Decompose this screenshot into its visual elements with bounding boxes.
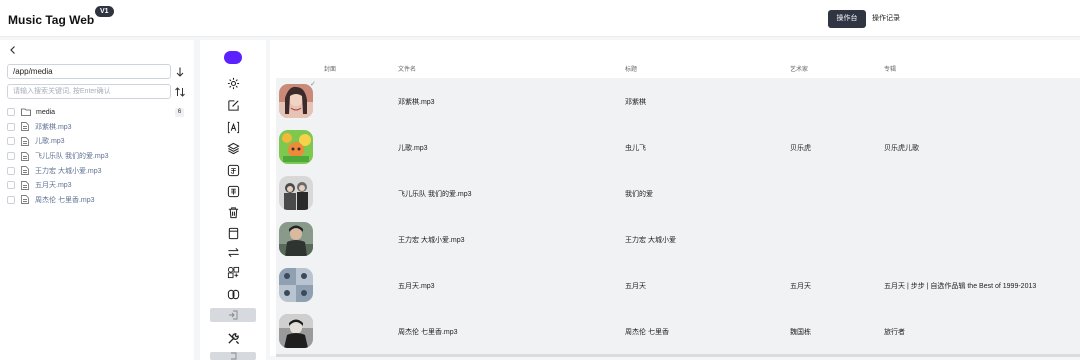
link-icon[interactable] [224, 285, 242, 303]
cell-filename: 儿歌.mp3 [398, 145, 428, 152]
text-format-icon[interactable] [224, 118, 242, 136]
file-row[interactable]: 五月天.mp3 [7, 178, 187, 193]
album-cover-image [279, 84, 313, 118]
album-cover-image [279, 176, 313, 210]
file-row[interactable]: 儿歌.mp3 [7, 134, 187, 149]
group-icon[interactable] [224, 263, 242, 281]
check-icon: ✓ [310, 81, 316, 88]
table-row[interactable]: 周杰伦 七里香.mp3 周杰伦 七里香 魏国栋 旅行者 [276, 308, 1080, 354]
file-checkbox[interactable] [7, 137, 15, 146]
folder-label: media [36, 108, 56, 116]
file-checkbox[interactable] [7, 166, 15, 175]
file-icon [21, 151, 29, 161]
file-checkbox[interactable] [7, 122, 15, 131]
swap-icon[interactable] [224, 243, 242, 261]
horizontal-scrollbar[interactable] [276, 354, 1080, 357]
version-badge: V1 [95, 6, 114, 17]
file-label: 王力宏 大城小爱.mp3 [35, 167, 102, 175]
album-cover-image [279, 222, 313, 256]
arrow-down-icon[interactable] [175, 66, 185, 78]
cell-artist: 五月天 [790, 283, 811, 290]
archive-icon[interactable] [224, 224, 242, 242]
record-icon[interactable] [224, 51, 242, 64]
table-row[interactable]: 儿歌.mp3 虫儿飞 贝乐虎 贝乐虎儿歌 [276, 124, 1080, 170]
delete-icon[interactable] [224, 203, 242, 221]
column-header-album[interactable]: 专辑 [884, 64, 896, 73]
table-row[interactable]: 五月天.mp3 五月天 五月天 五月天 | 步步 | 自选作品辑 the Bes… [276, 262, 1080, 308]
folder-checkbox[interactable] [7, 108, 15, 117]
file-row[interactable]: 周杰伦 七里香.mp3 [7, 193, 187, 208]
file-row[interactable]: 邓紫棋.mp3 [7, 120, 187, 135]
console-button[interactable]: 操作台 [828, 10, 866, 28]
settings-icon[interactable] [224, 74, 242, 92]
cell-filename: 飞儿乐队 我们的爱.mp3 [398, 191, 472, 198]
table-header: 封面 文件名 标题 艺术家 专辑 [270, 40, 1080, 78]
column-header-artist[interactable]: 艺术家 [790, 64, 808, 73]
file-label: 邓紫棋.mp3 [35, 123, 72, 131]
export-icon[interactable] [210, 352, 256, 360]
cell-title: 虫儿飞 [625, 145, 646, 152]
cell-title: 周杰伦 七里香 [625, 329, 669, 336]
file-checkbox[interactable] [7, 152, 15, 161]
cell-artist: 贝乐虎 [790, 145, 811, 152]
album-cover-image [279, 130, 313, 164]
file-row[interactable]: 飞儿乐队 我们的爱.mp3 [7, 149, 187, 164]
folder-count-badge: 6 [175, 108, 184, 117]
file-row[interactable]: 王力宏 大城小爱.mp3 [7, 163, 187, 178]
column-header-title[interactable]: 标题 [625, 64, 637, 73]
folder-icon [21, 108, 31, 117]
cell-filename: 五月天.mp3 [398, 283, 435, 290]
table-row[interactable]: 王力宏 大城小爱.mp3 王力宏 大城小爱 [276, 216, 1080, 262]
file-label: 飞儿乐队 我们的爱.mp3 [35, 153, 109, 161]
column-header-cover[interactable]: 封面 [324, 64, 336, 73]
path-input[interactable] [7, 64, 171, 79]
cell-album: 五月天 | 步步 | 自选作品辑 the Best of 1999-2013 [884, 283, 1037, 290]
music-table: 封面 文件名 标题 艺术家 专辑 ✓ 邓紫棋.mp3 邓紫棋 儿歌.mp3 虫儿… [270, 40, 1080, 357]
file-label: 儿歌.mp3 [35, 138, 65, 146]
app-header: Music Tag Web V1 操作台 操作记录 [0, 0, 1080, 37]
layers-icon[interactable] [224, 139, 242, 157]
cell-title: 王力宏 大城小爱 [625, 237, 676, 244]
folder-row-media[interactable]: media 6 [7, 105, 187, 120]
table-row[interactable]: ✓ 邓紫棋.mp3 邓紫棋 [276, 78, 1080, 124]
translate-icon[interactable] [224, 182, 242, 200]
cell-filename: 周杰伦 七里香.mp3 [398, 329, 458, 336]
edit-icon[interactable] [224, 96, 242, 114]
file-checkbox[interactable] [7, 195, 15, 204]
cell-filename: 邓紫棋.mp3 [398, 99, 435, 106]
convert-icon[interactable] [224, 161, 242, 179]
column-header-filename[interactable]: 文件名 [398, 64, 416, 73]
action-toolbar [200, 40, 266, 360]
file-icon [21, 166, 29, 176]
import-icon[interactable] [210, 308, 256, 322]
sort-toggle-icon[interactable] [174, 86, 186, 98]
file-tree: media 6 邓紫棋.mp3 儿歌.mp3 飞儿乐队 我们的爱.mp3 王力宏… [7, 105, 187, 207]
cell-title: 邓紫棋 [625, 99, 646, 106]
cell-filename: 王力宏 大城小爱.mp3 [398, 237, 465, 244]
table-body: ✓ 邓紫棋.mp3 邓紫棋 儿歌.mp3 虫儿飞 贝乐虎 贝乐虎儿歌 飞儿乐队 … [276, 78, 1080, 354]
cell-artist: 魏国栋 [790, 329, 811, 336]
history-link[interactable]: 操作记录 [872, 10, 900, 28]
album-cover-image [279, 268, 313, 302]
tools-icon[interactable] [224, 329, 242, 347]
file-icon [21, 180, 29, 190]
cell-album: 旅行者 [884, 329, 905, 336]
file-tree-panel: media 6 邓紫棋.mp3 儿歌.mp3 飞儿乐队 我们的爱.mp3 王力宏… [0, 40, 194, 360]
file-icon [21, 122, 29, 132]
back-icon[interactable] [8, 45, 18, 55]
cell-album: 贝乐虎儿歌 [884, 145, 919, 152]
file-icon [21, 195, 29, 205]
cell-title: 五月天 [625, 283, 646, 290]
file-icon [21, 137, 29, 146]
file-label: 周杰伦 七里香.mp3 [35, 196, 95, 204]
cell-title: 我们的爱 [625, 191, 653, 198]
file-checkbox[interactable] [7, 181, 15, 190]
album-cover-image [279, 314, 313, 348]
search-input[interactable] [7, 84, 171, 99]
file-label: 五月天.mp3 [35, 182, 72, 190]
table-row[interactable]: 飞儿乐队 我们的爱.mp3 我们的爱 [276, 170, 1080, 216]
app-title: Music Tag Web [8, 13, 95, 27]
